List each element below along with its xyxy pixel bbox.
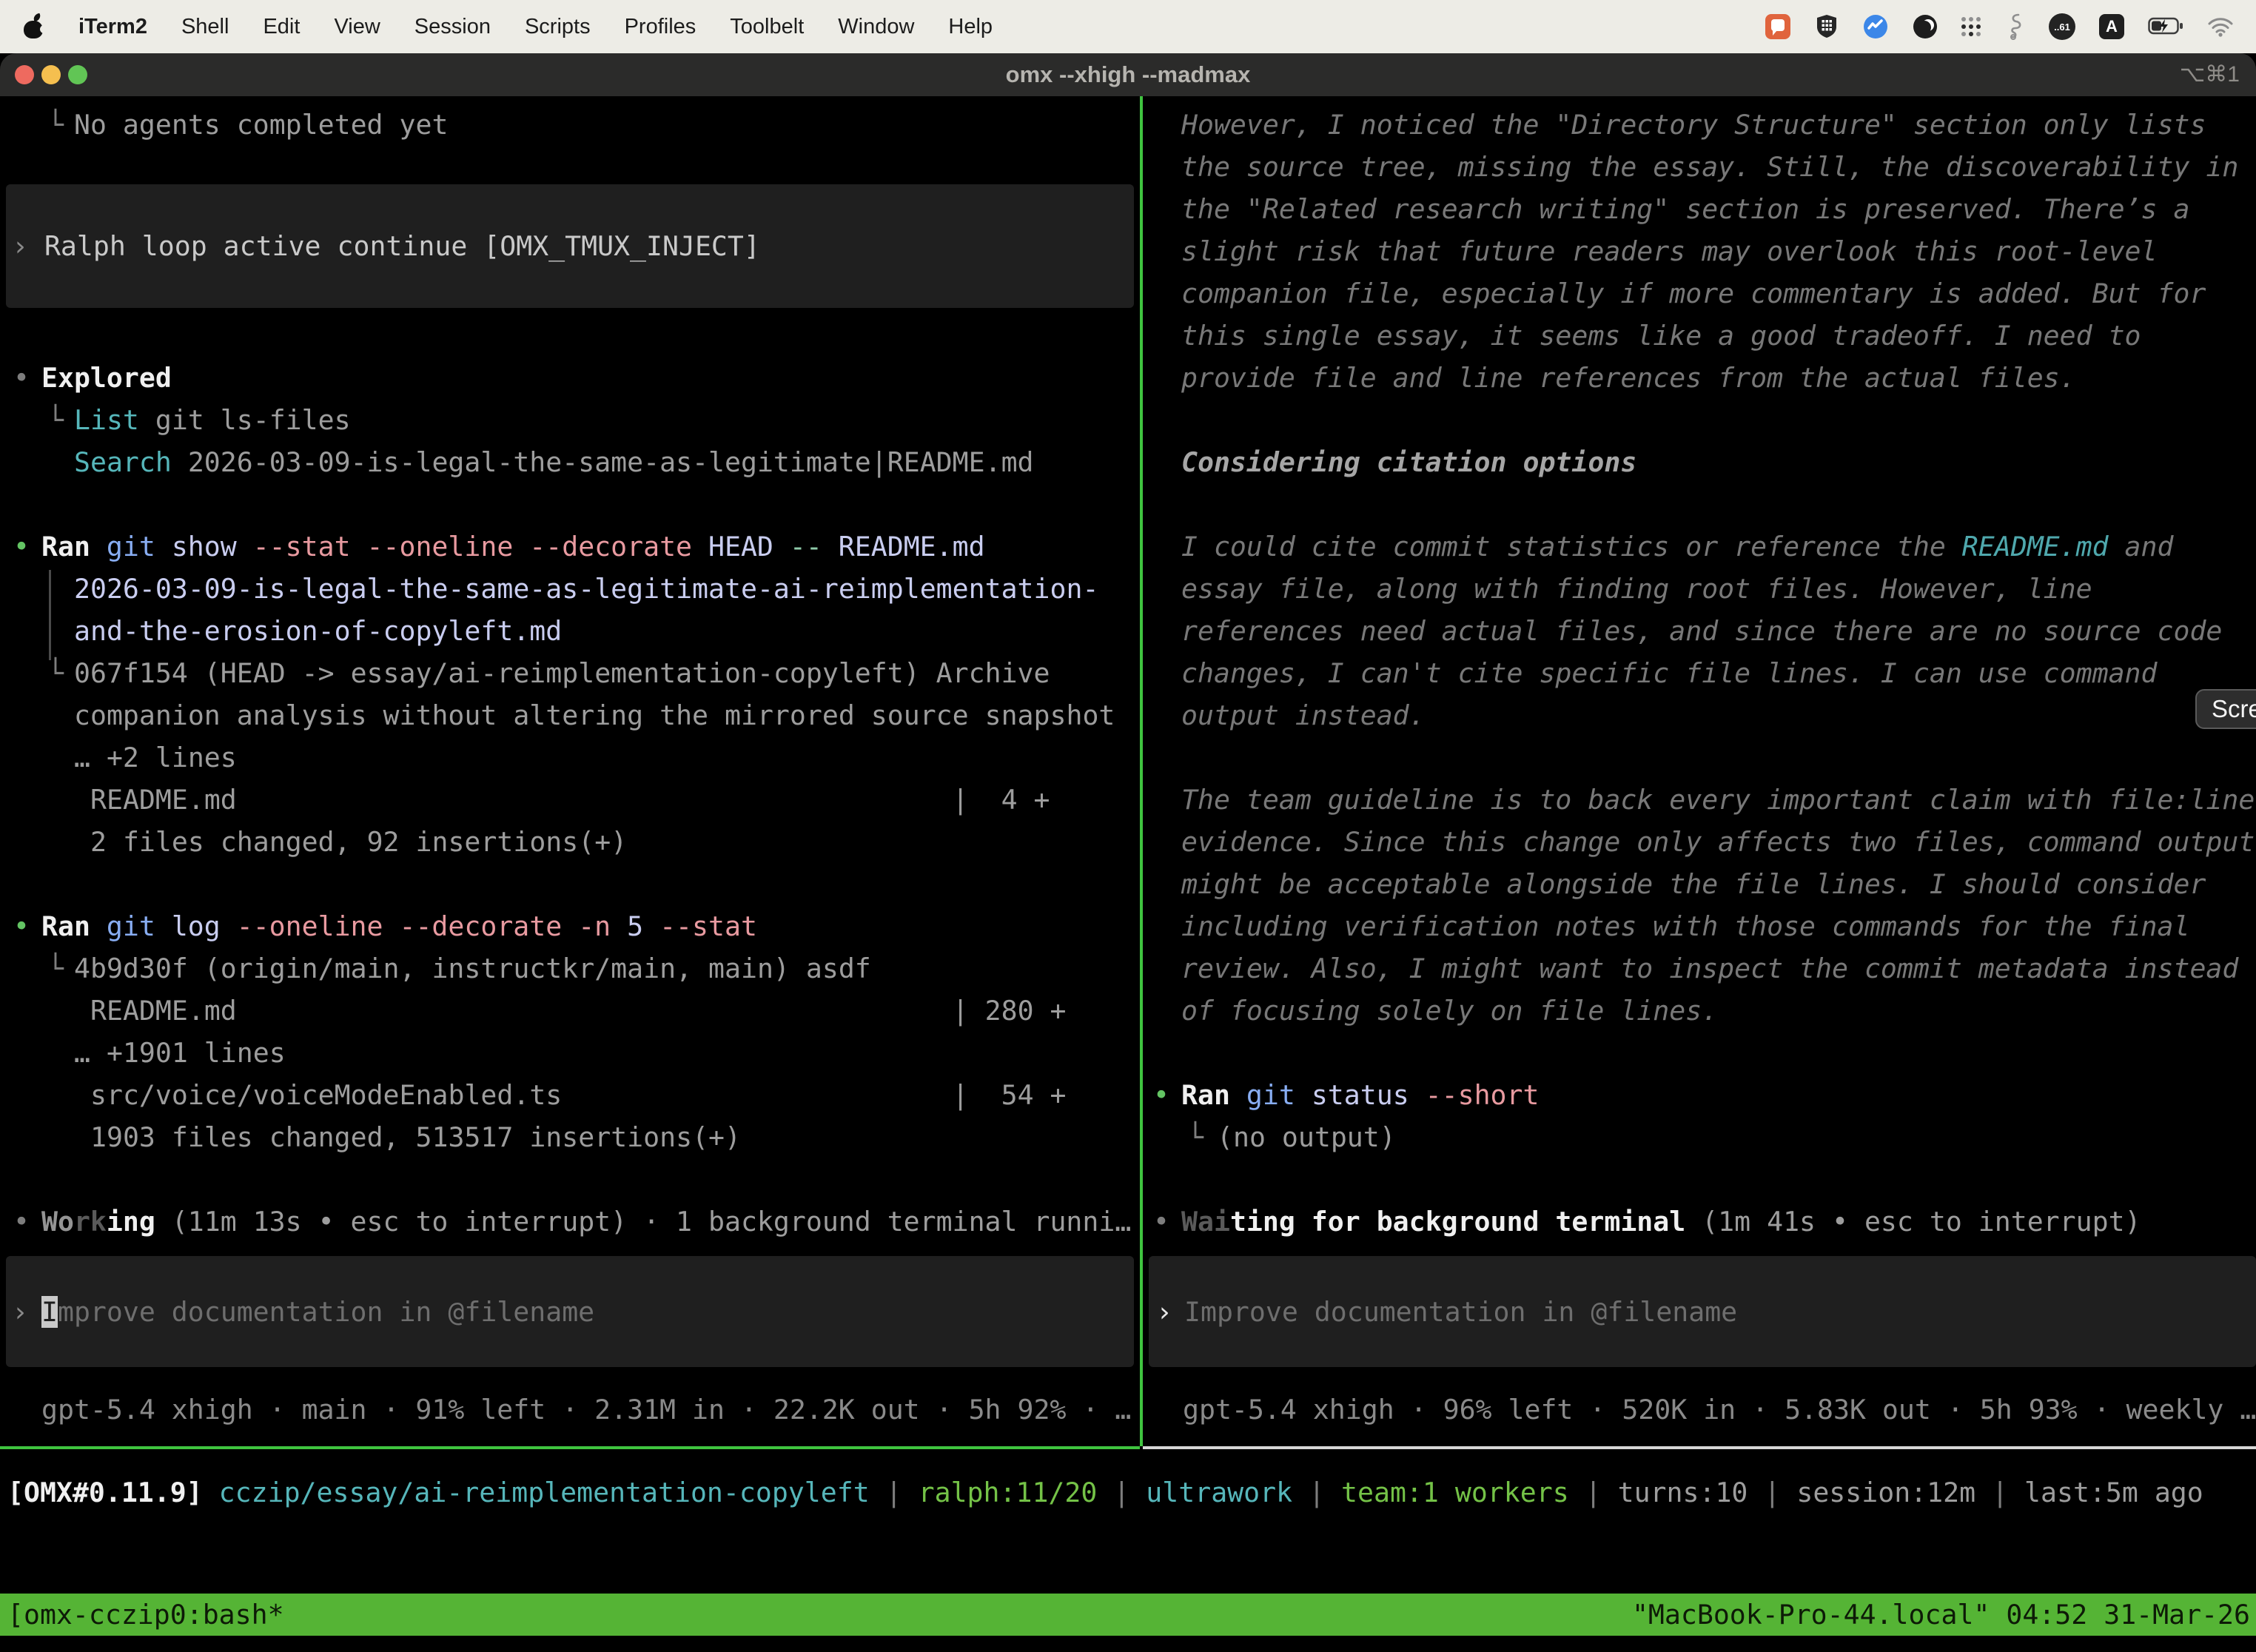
dots-grid-icon[interactable]	[1961, 17, 1981, 36]
sync-badge-icon[interactable]	[1862, 13, 1889, 40]
thinking-section-heading: Considering citation options	[1181, 441, 1636, 483]
battery-icon[interactable]	[2148, 17, 2183, 36]
menu-items: iTerm2 Shell Edit View Session Scripts P…	[22, 0, 993, 53]
explored-search-line: Search 2026-03-09-is-legal-the-same-as-l…	[0, 441, 65, 483]
thinking-paragraph-line: essay file, along with finding root file…	[1181, 568, 2092, 610]
thinking-paragraph-line: slight risk that future readers may over…	[1181, 230, 2158, 272]
show-output-line-2: companion analysis without altering the …	[0, 694, 65, 736]
thinking-paragraph-line: review. Also, I might want to inspect th…	[1181, 947, 2238, 990]
waiting-status-line: • Waiting for background terminal (1m 41…	[0, 1201, 65, 1243]
apple-menu-icon[interactable]	[22, 13, 44, 40]
menu-iterm2[interactable]: iTerm2	[78, 15, 147, 39]
thinking-paragraph-line: However, I noticed the "Directory Struct…	[1181, 104, 2206, 146]
desktop: iTerm2 Shell Edit View Session Scripts P…	[0, 0, 2256, 1652]
menu-scripts[interactable]: Scripts	[525, 15, 591, 39]
thinking-paragraph-line: including verification notes with those …	[1181, 905, 2189, 947]
show-filename-line-2: and-the-erosion-of-copyleft.md	[0, 610, 65, 652]
menu-help[interactable]: Help	[948, 15, 993, 39]
thinking-paragraph-line: changes, I can't cite specific file line…	[1181, 652, 2158, 694]
thinking-paragraph-line: The team guideline is to back every impo…	[1181, 779, 2255, 821]
thinking-paragraph-line: evidence. Since this change only affects…	[1181, 821, 2255, 863]
thinking-paragraph-line: provide file and line references from th…	[1181, 357, 2076, 399]
explored-header: • Explored	[0, 357, 65, 399]
show-summary-line: 2 files changed, 92 insertions(+)	[0, 821, 65, 863]
menu-edit[interactable]: Edit	[263, 15, 300, 39]
right-model-status-line: gpt-5.4 xhigh · 96% left · 520K in · 5.8…	[0, 1389, 65, 1431]
thinking-paragraph-line: the source tree, missing the essay. Stil…	[1181, 146, 2238, 188]
menu-bar: iTerm2 Shell Edit View Session Scripts P…	[0, 0, 2256, 53]
thinking-paragraph-line: might be acceptable alongside the file l…	[1181, 863, 2206, 905]
shield-icon[interactable]	[1815, 13, 1839, 40]
command-git-status: • Ran git status --short	[0, 1074, 65, 1116]
log-stat-line-1: README.md | 280 +	[0, 990, 65, 1032]
thinking-paragraph-line: the "Related research writing" section i…	[1181, 188, 2189, 230]
menu-view[interactable]: View	[334, 15, 380, 39]
command-git-log: • Ran git log --oneline --decorate -n 5 …	[0, 905, 65, 947]
menu-status-icons: ..61 A	[1765, 0, 2234, 53]
thinking-paragraph-line: references need actual files, and since …	[1181, 610, 2222, 652]
eclipse-icon[interactable]	[1913, 14, 1938, 39]
tmux-status-bar: [omx-cczip0:bash* "MacBook-Pro-44.local"…	[0, 1594, 2256, 1636]
inject-message-line: › Ralph loop active continue [OMX_TMUX_I…	[0, 225, 65, 267]
menu-toolbelt[interactable]: Toolbelt	[730, 15, 804, 39]
right-prompt-line[interactable]: › Improve documentation in @filename	[0, 1291, 65, 1333]
menu-shell[interactable]: Shell	[181, 15, 229, 39]
tmux-host-clock: "MacBook-Pro-44.local" 04:52 31-Mar-26	[1632, 1594, 2250, 1636]
keyboard-layout-badge[interactable]: A	[2099, 14, 2124, 39]
left-pane-bottom-border	[0, 1446, 1140, 1449]
show-output-line-1: └ 067f154 (HEAD -> essay/ai-reimplementa…	[0, 652, 65, 694]
agents-status-line: └ No agents completed yet	[0, 104, 65, 146]
window-shortcut: ⌥⌘1	[2180, 53, 2240, 96]
thinking-paragraph-line: I could cite commit statistics or refere…	[1181, 526, 2173, 568]
omx-status-bar: [OMX#0.11.9] cczip/essay/ai-reimplementa…	[0, 1471, 65, 1514]
tmux-session-label: [omx-cczip0:bash*	[7, 1594, 284, 1636]
menu-window[interactable]: Window	[838, 15, 914, 39]
command-git-show: • Ran git show --stat --oneline --decora…	[0, 526, 65, 568]
thinking-paragraph-line: this single essay, it seems like a good …	[1181, 315, 2141, 357]
screen-overlay-button[interactable]: Scre	[2195, 689, 2256, 729]
show-filename-line-1: 2026-03-09-is-legal-the-same-as-legitima…	[0, 568, 65, 610]
pane-divider-vertical[interactable]	[1140, 96, 1143, 1446]
right-pane-bottom-border	[1143, 1446, 2256, 1449]
menu-session[interactable]: Session	[414, 15, 491, 39]
window-title: omx --xhigh --madmax	[0, 53, 2256, 96]
show-more-lines: … +2 lines	[0, 736, 65, 779]
thinking-paragraph-line: output instead.	[1181, 694, 1426, 736]
menu-profiles[interactable]: Profiles	[625, 15, 696, 39]
status-output-line: └ (no output)	[0, 1116, 65, 1158]
log-output-line: └ 4b9d30f (origin/main, instructkr/main,…	[0, 947, 65, 990]
show-stat-line: README.md | 4 +	[0, 779, 65, 821]
explored-list-line: └ List git ls-files	[0, 399, 65, 441]
thinking-paragraph-line: companion file, especially if more comme…	[1181, 272, 2206, 315]
chat-icon[interactable]	[1765, 13, 1791, 40]
wifi-icon[interactable]	[2207, 16, 2234, 37]
battery-percent-badge[interactable]: ..61	[2049, 13, 2075, 40]
squiggle-icon[interactable]	[2004, 13, 2025, 41]
thinking-paragraph-line: of focusing solely on file lines.	[1181, 990, 1718, 1032]
log-more-lines: … +1901 lines	[0, 1032, 65, 1074]
